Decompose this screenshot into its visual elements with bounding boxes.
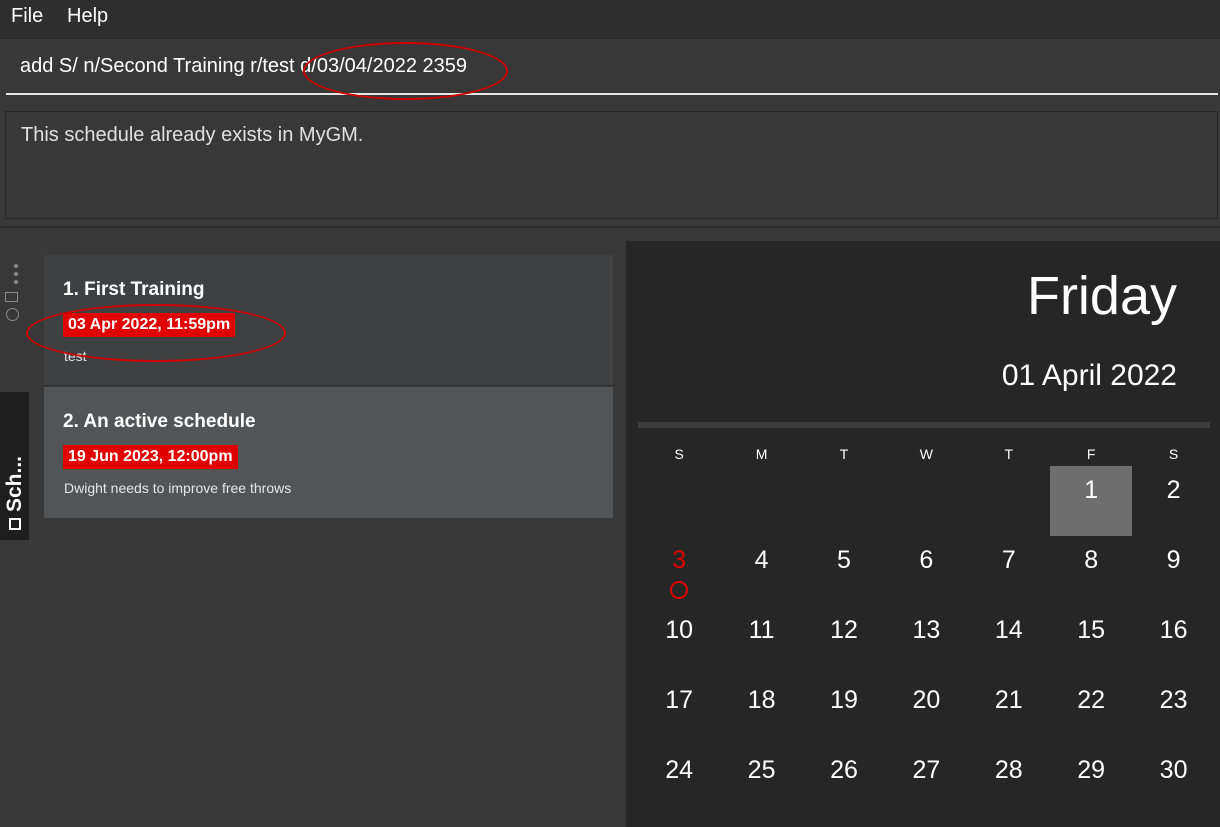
calendar-day[interactable]: 15 xyxy=(1050,606,1132,676)
tab-schedules[interactable]: Sch... xyxy=(0,392,29,540)
weekday-label: T xyxy=(839,446,849,462)
calendar-separator xyxy=(638,422,1210,428)
calendar-day[interactable]: 10 xyxy=(638,606,720,676)
weekday-label: M xyxy=(755,446,768,462)
calendar-day-number: 3 xyxy=(672,546,687,574)
calendar-day[interactable]: 9 xyxy=(1132,536,1214,606)
weekday-label: S xyxy=(1168,446,1179,462)
schedule-date-badge: 19 Jun 2023, 12:00pm xyxy=(63,445,238,469)
event-indicator-icon xyxy=(670,581,688,599)
calendar-day-number: 25 xyxy=(747,756,776,784)
result-display: This schedule already exists in MyGM. xyxy=(5,111,1218,219)
window-icon xyxy=(5,292,18,302)
calendar-day[interactable]: 12 xyxy=(803,606,885,676)
calendar-day-name: Friday xyxy=(1026,266,1177,326)
calendar-day[interactable]: 14 xyxy=(968,606,1050,676)
calendar-day-number: 18 xyxy=(747,686,776,714)
calendar-day-number: 13 xyxy=(912,616,941,644)
calendar-day-number: 8 xyxy=(1084,546,1099,574)
calendar-day-number: 14 xyxy=(994,616,1023,644)
calendar-day[interactable]: 13 xyxy=(885,606,967,676)
calendar-day-number: 24 xyxy=(665,756,694,784)
calendar-day[interactable]: 7 xyxy=(968,536,1050,606)
calendar-full-date: 01 April 2022 xyxy=(1001,359,1177,392)
edit-icon xyxy=(8,518,21,530)
schedule-title: 1. First Training xyxy=(63,279,205,300)
calendar-day-number: 19 xyxy=(830,686,858,714)
weekday-header: S M T W T F S xyxy=(638,446,1215,466)
tab-schedules-label: Sch... xyxy=(2,455,26,512)
calendar-days: 1 2 3 4 5 6 7 8 9 10 11 12 13 14 15 16 17 18 19 20 21 22 23 24 2… xyxy=(638,466,1215,816)
calendar-day-number: 20 xyxy=(912,686,941,714)
calendar-day-number: 28 xyxy=(994,756,1023,784)
calendar-day[interactable]: 25 xyxy=(720,746,802,816)
calendar-day[interactable]: 18 xyxy=(720,676,802,746)
calendar-day[interactable]: 19 xyxy=(803,676,885,746)
calendar-panel: Friday 01 April 2022 S M T W T F S 12345… xyxy=(626,241,1220,827)
calendar-day-number: 6 xyxy=(919,546,934,574)
divider[interactable] xyxy=(0,226,1220,228)
calendar-day[interactable]: 22 xyxy=(1050,676,1132,746)
calendar-day-number: 30 xyxy=(1159,756,1188,784)
weekday-label: S xyxy=(674,446,684,462)
calendar-day[interactable]: 21 xyxy=(968,676,1050,746)
schedule-description: Dwight needs to improve free throws xyxy=(64,480,292,496)
menu-help[interactable]: Help xyxy=(67,5,108,28)
calendar-day[interactable]: 20 xyxy=(885,676,967,746)
calendar-day-number: 12 xyxy=(830,616,858,644)
command-input[interactable] xyxy=(6,39,1218,95)
smiley-icon xyxy=(6,308,19,321)
calendar-day-number: 27 xyxy=(912,756,941,784)
schedule-date-badge: 03 Apr 2022, 11:59pm xyxy=(63,313,236,337)
calendar-day-number: 11 xyxy=(748,616,775,644)
calendar-day[interactable]: 30 xyxy=(1132,746,1214,816)
calendar-day[interactable]: 29 xyxy=(1050,746,1132,816)
calendar-day-number: 23 xyxy=(1159,686,1188,714)
menu-bar: File Help xyxy=(0,0,1220,38)
calendar-day[interactable]: 6 xyxy=(885,536,967,606)
weekday-label: F xyxy=(1086,446,1096,462)
calendar-day[interactable]: 1 xyxy=(1050,466,1133,536)
calendar-day-number: 7 xyxy=(1001,546,1016,574)
calendar-day[interactable]: 2 xyxy=(1132,466,1214,536)
calendar-day[interactable]: 4 xyxy=(720,536,802,606)
calendar-day-number: 5 xyxy=(837,546,851,574)
calendar-day[interactable]: 11 xyxy=(720,606,802,676)
calendar-day-number: 29 xyxy=(1077,756,1106,784)
calendar-day[interactable]: 28 xyxy=(968,746,1050,816)
calendar-day[interactable]: 26 xyxy=(803,746,885,816)
schedule-title: 2. An active schedule xyxy=(63,411,256,432)
calendar-day[interactable]: 16 xyxy=(1132,606,1214,676)
calendar-day-number: 9 xyxy=(1166,546,1181,574)
calendar-grid: S M T W T F S 1 2 3 4 5 6 7 8 9 10 11 12 13 14 15 16 17 1… xyxy=(638,446,1215,816)
calendar-day-number: 17 xyxy=(665,686,694,714)
result-message: This schedule already exists in MyGM. xyxy=(21,124,364,146)
drag-handle-icon[interactable] xyxy=(14,264,20,288)
menu-file[interactable]: File xyxy=(11,5,43,28)
calendar-day[interactable]: 5 xyxy=(803,536,885,606)
command-box xyxy=(0,38,1220,101)
schedule-card[interactable]: 1. First Training 03 Apr 2022, 11:59pm t… xyxy=(44,255,613,386)
calendar-day-number: 22 xyxy=(1077,686,1106,714)
calendar-day-number: 1 xyxy=(1084,476,1099,504)
calendar-day-number: 26 xyxy=(830,756,858,784)
calendar-day-number: 16 xyxy=(1159,616,1188,644)
calendar-day-number: 4 xyxy=(754,546,769,574)
calendar-day-number: 2 xyxy=(1166,476,1181,504)
calendar-day[interactable]: 3 xyxy=(638,536,720,606)
calendar-day[interactable]: 17 xyxy=(638,676,720,746)
weekday-label: W xyxy=(919,446,933,462)
schedule-description: test xyxy=(64,348,87,364)
calendar-day-number: 21 xyxy=(994,686,1023,714)
calendar-day[interactable]: 23 xyxy=(1132,676,1214,746)
schedule-card[interactable]: 2. An active schedule 19 Jun 2023, 12:00… xyxy=(44,387,613,518)
calendar-day[interactable]: 27 xyxy=(885,746,967,816)
calendar-day-number: 15 xyxy=(1077,616,1106,644)
weekday-label: T xyxy=(1004,446,1014,462)
calendar-day[interactable]: 24 xyxy=(638,746,720,816)
calendar-day[interactable]: 8 xyxy=(1050,536,1132,606)
calendar-day-number: 10 xyxy=(665,616,694,644)
